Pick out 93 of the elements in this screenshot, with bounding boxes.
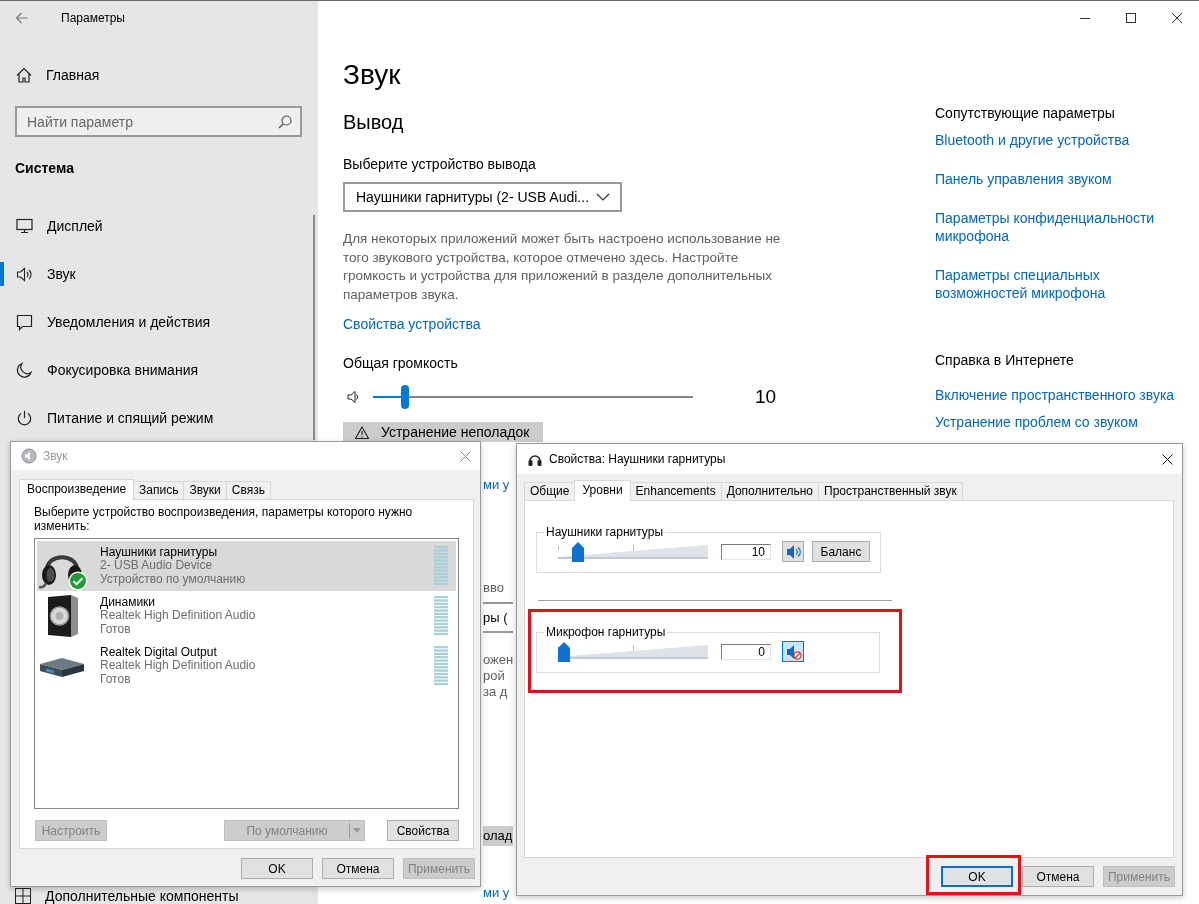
tab[interactable]: Дополнительно	[720, 482, 820, 500]
troubleshoot-button[interactable]: Устранение неполадок	[343, 422, 543, 442]
speaker-icon	[16, 265, 33, 283]
device-driver: 2- USB Audio Device	[100, 559, 213, 573]
home-item[interactable]: Главная	[0, 63, 318, 87]
device-name: Динамики	[100, 595, 157, 610]
cancel-button[interactable]: Отмена	[1022, 866, 1094, 887]
tab[interactable]: Звуки	[183, 481, 227, 499]
device-status: Готов	[100, 622, 132, 637]
device-name: Наушники гарнитуры	[100, 545, 219, 560]
device-driver: Realtek High Definition Audio	[100, 609, 257, 623]
tab[interactable]: Уровни	[574, 480, 631, 501]
text-fragment: рой	[483, 668, 505, 684]
output-device-dropdown[interactable]: Наушники гарнитуры (2- USB Audi...	[343, 182, 622, 212]
sidebar-item[interactable]: Дополнительные компоненты	[0, 888, 318, 904]
sidebar-item[interactable]: Фокусировка внимания	[0, 346, 313, 394]
sidebar-item[interactable]: Звук	[0, 250, 313, 298]
related-link[interactable]: Bluetooth и другие устройства	[935, 131, 1130, 149]
dialog-title: Звук	[43, 449, 69, 463]
tab[interactable]: Общие	[524, 482, 576, 500]
tab[interactable]: Связь	[225, 481, 271, 499]
window-title: Параметры	[61, 11, 125, 25]
ok-button[interactable]: OK	[941, 866, 1013, 887]
level-meter-icon	[434, 546, 448, 586]
properties-button[interactable]: Свойства	[387, 820, 459, 841]
device-row[interactable]: Динамики Realtek High Definition Audio Готов	[37, 591, 456, 641]
tab[interactable]: Пространственный звук	[818, 482, 963, 500]
chevron-down-icon[interactable]	[596, 193, 610, 201]
button-fragment[interactable]: олад	[483, 826, 513, 846]
page-title: Звук	[343, 58, 401, 92]
related-link[interactable]: Параметры конфиденциальности микрофона	[935, 209, 1185, 245]
level-slider[interactable]	[558, 641, 708, 662]
grid-icon	[15, 888, 31, 904]
close-icon[interactable]	[1172, 13, 1182, 23]
level-meter-icon	[434, 596, 448, 636]
volume-value: 10	[755, 386, 777, 408]
warning-icon	[355, 425, 369, 439]
link-fragment[interactable]: ми у	[483, 884, 510, 901]
section-heading: Сопутствующие параметры	[935, 104, 1115, 123]
field-label: Выберите устройство вывода	[343, 155, 536, 174]
search-icon[interactable]	[278, 114, 292, 129]
device-row[interactable]: Наушники гарнитуры 2- USB Audio Device Устройство по умолчанию	[37, 541, 456, 591]
section-heading: Справка в Интернете	[935, 351, 1074, 370]
device-name: Realtek Digital Output	[100, 645, 218, 660]
device-row[interactable]: Realtek Digital Output Realtek High Definition Audio Готов	[37, 641, 456, 691]
sidebar-item[interactable]: Питание и спящий режим	[0, 394, 313, 442]
sidebar-item[interactable]: Дисплей	[0, 202, 313, 250]
tab[interactable]: Воспроизведение	[19, 479, 135, 500]
device-driver: Realtek High Definition Audio	[100, 659, 257, 673]
speaker-icon	[21, 448, 37, 464]
ok-button[interactable]: OK	[241, 858, 313, 879]
home-icon	[16, 67, 32, 83]
maximize-icon[interactable]	[1126, 13, 1136, 23]
text-fragment: за д	[483, 684, 508, 700]
help-link[interactable]: Устранение проблем со звуком	[935, 413, 1138, 431]
speech-bubble-icon	[16, 313, 33, 331]
slider-thumb[interactable]	[571, 541, 584, 562]
device-status: Устройство по умолчанию	[100, 572, 247, 587]
scrollbar[interactable]	[313, 215, 315, 440]
volume-slider[interactable]	[373, 385, 693, 409]
dropdown-fragment[interactable]: ры (	[483, 602, 513, 633]
balance-button[interactable]: Баланс	[812, 541, 870, 562]
cancel-button[interactable]: Отмена	[322, 858, 394, 879]
device-status: Готов	[100, 672, 132, 687]
device-properties-link[interactable]: Свойства устройства	[343, 314, 481, 334]
slider-thumb[interactable]	[558, 641, 570, 662]
related-link[interactable]: Параметры специальных возможностей микрофона	[935, 266, 1185, 302]
section-heading: Система	[14, 159, 75, 178]
related-link[interactable]: Панель управления звуком	[935, 170, 1112, 188]
link-fragment[interactable]: ми у	[483, 476, 510, 493]
level-value-field[interactable]: 0	[721, 643, 771, 660]
moon-icon	[16, 361, 33, 379]
help-link[interactable]: Включение пространственного звука	[935, 386, 1175, 404]
dialog-title: Свойства: Наушники гарнитуры	[549, 452, 727, 466]
level-slider[interactable]	[558, 541, 708, 562]
speaker-icon[interactable]	[347, 390, 359, 404]
slider-thumb[interactable]	[401, 385, 409, 409]
group-label: Микрофон гарнитуры	[545, 625, 667, 639]
field-label: Общая громкость	[343, 354, 458, 373]
power-icon	[16, 409, 33, 427]
group-label: Наушники гарнитуры	[545, 525, 665, 539]
level-meter-icon	[434, 646, 448, 686]
monitor-icon	[16, 217, 33, 235]
level-value-field[interactable]: 10	[721, 543, 771, 560]
sidebar-item[interactable]: Уведомления и действия	[0, 298, 313, 346]
close-icon[interactable]	[1162, 453, 1173, 465]
back-arrow-icon[interactable]	[15, 12, 28, 24]
instruction-text: Выберите устройство воспроизведения, параметры которого нужно изменить:	[34, 506, 414, 533]
search-field[interactable]: Найти параметр	[15, 106, 302, 137]
text-fragment: ожен	[483, 652, 514, 668]
description-text: Для некоторых приложений может быть настроено использование не того звукового устройства, которое отмечено здесь. Настройте громкость и устройства для приложений в разделе дополнительных параметров звука.	[343, 230, 782, 304]
section-heading: Вывод	[343, 110, 404, 135]
text-fragment: вво	[483, 580, 504, 596]
